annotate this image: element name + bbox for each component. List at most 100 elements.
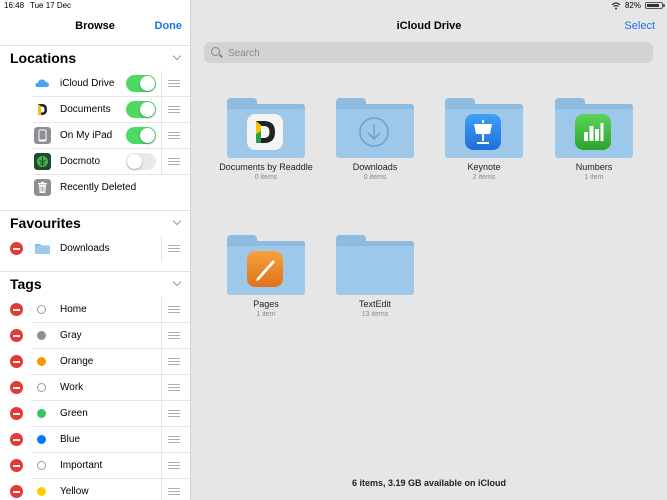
section-title: Favourites — [10, 215, 81, 231]
browse-sidebar: Browse Done Locations iCloud Drive Docum… — [0, 0, 191, 500]
section-title: Locations — [10, 50, 77, 66]
on-my-ipad-toggle[interactable] — [126, 127, 156, 144]
search-bar[interactable] — [204, 42, 653, 63]
folder-keynote[interactable]: Keynote 2 items — [429, 98, 539, 181]
tag-label: Work — [60, 382, 84, 393]
reorder-handle-icon[interactable] — [168, 106, 180, 113]
icloud-drive-toggle[interactable] — [126, 75, 156, 92]
reorder-handle-icon[interactable] — [168, 462, 180, 469]
tag-gray[interactable]: Gray — [0, 323, 190, 349]
delete-icon[interactable] — [10, 329, 23, 342]
tag-blue[interactable]: Blue — [0, 427, 190, 453]
docmoto-toggle[interactable] — [126, 153, 156, 170]
folder-numbers[interactable]: Numbers 1 item — [539, 98, 649, 181]
location-recently-deleted[interactable]: Recently Deleted — [0, 175, 190, 201]
tag-label: Green — [60, 408, 88, 419]
location-label: On My iPad — [60, 130, 113, 141]
delete-icon[interactable] — [10, 433, 23, 446]
folder-count: 13 items — [361, 311, 389, 318]
reorder-handle-icon[interactable] — [168, 80, 180, 87]
folder-count: 2 items — [472, 174, 496, 181]
status-date: Tue 17 Dec — [30, 1, 72, 10]
section-favourites[interactable]: Favourites — [0, 210, 190, 235]
docmoto-icon — [34, 153, 51, 170]
location-on-my-ipad[interactable]: On My iPad — [0, 123, 190, 149]
reorder-handle-icon[interactable] — [168, 132, 180, 139]
status-time: 16:48 — [4, 1, 25, 10]
location-documents[interactable]: Documents — [0, 97, 190, 123]
select-button[interactable]: Select — [624, 20, 655, 32]
page-title: iCloud Drive — [396, 20, 462, 32]
documents-app-icon — [247, 114, 283, 150]
delete-icon[interactable] — [10, 381, 23, 394]
location-docmoto[interactable]: Docmoto — [0, 149, 190, 175]
wifi-icon — [611, 1, 621, 10]
delete-icon[interactable] — [10, 303, 23, 316]
section-tags[interactable]: Tags — [0, 271, 190, 296]
delete-icon[interactable] — [10, 355, 23, 368]
tag-label: Important — [60, 460, 103, 471]
folder-icon — [227, 98, 305, 158]
status-right: 82% — [611, 1, 665, 10]
tag-home[interactable]: Home — [0, 297, 190, 323]
section-title: Tags — [10, 276, 42, 292]
tag-label: Blue — [60, 434, 81, 445]
delete-icon[interactable] — [10, 485, 23, 498]
reorder-handle-icon[interactable] — [168, 436, 180, 443]
delete-icon[interactable] — [10, 242, 23, 255]
tag-important[interactable]: Important — [0, 453, 190, 479]
tag-label: Home — [60, 304, 87, 315]
reorder-handle-icon[interactable] — [168, 245, 180, 252]
reorder-handle-icon[interactable] — [168, 410, 180, 417]
reorder-handle-icon[interactable] — [168, 158, 180, 165]
reorder-handle-icon[interactable] — [168, 358, 180, 365]
tag-yellow[interactable]: Yellow — [0, 479, 190, 500]
folder-name: Numbers — [575, 162, 613, 172]
battery-icon — [645, 2, 665, 9]
done-button[interactable]: Done — [155, 20, 183, 32]
folder-icon — [336, 98, 414, 158]
download-arrow-icon — [359, 117, 389, 147]
folder-count: 0 items — [254, 174, 278, 181]
folder-icon — [336, 235, 414, 295]
section-locations[interactable]: Locations — [0, 45, 190, 70]
battery-percent: 82% — [624, 1, 641, 10]
main-content: iCloud Drive Select Documents by Readdle… — [191, 0, 667, 500]
folder-name: Downloads — [352, 162, 398, 172]
location-icloud-drive[interactable]: iCloud Drive — [0, 71, 190, 97]
keynote-icon — [465, 114, 501, 150]
tag-label: Orange — [60, 356, 94, 367]
numbers-icon — [575, 114, 611, 150]
documents-toggle[interactable] — [126, 101, 156, 118]
location-label: Recently Deleted — [60, 182, 137, 193]
tag-color-dot-icon — [37, 331, 46, 340]
tag-color-dot-icon — [37, 487, 46, 496]
search-icon — [211, 47, 220, 56]
reorder-handle-icon[interactable] — [168, 306, 180, 313]
folder-downloads[interactable]: Downloads 0 items — [320, 98, 430, 181]
chevron-down-icon[interactable] — [172, 51, 182, 61]
reorder-handle-icon[interactable] — [168, 488, 180, 495]
reorder-handle-icon[interactable] — [168, 332, 180, 339]
favourite-downloads[interactable]: Downloads — [0, 236, 190, 262]
tag-orange[interactable]: Orange — [0, 349, 190, 375]
status-bar: 16:48 Tue 17 Dec 82% — [0, 0, 667, 11]
chevron-down-icon[interactable] — [172, 216, 182, 226]
location-label: iCloud Drive — [60, 78, 115, 89]
storage-footer: 6 items, 3.19 GB available on iCloud — [351, 478, 507, 488]
tag-work[interactable]: Work — [0, 375, 190, 401]
trash-icon — [34, 179, 51, 196]
search-input[interactable] — [226, 44, 630, 62]
reorder-handle-icon[interactable] — [168, 384, 180, 391]
folder-textedit[interactable]: TextEdit 13 items — [320, 235, 430, 318]
folder-icon — [445, 98, 523, 158]
folder-documents-by-readdle[interactable]: Documents by Readdle 0 items — [211, 98, 321, 181]
delete-icon[interactable] — [10, 459, 23, 472]
folder-pages[interactable]: Pages 1 item — [211, 235, 321, 318]
tag-label: Yellow — [60, 486, 89, 497]
folder-name: Keynote — [467, 162, 501, 172]
delete-icon[interactable] — [10, 407, 23, 420]
chevron-down-icon[interactable] — [172, 277, 182, 287]
folder-icon — [35, 244, 50, 254]
tag-green[interactable]: Green — [0, 401, 190, 427]
